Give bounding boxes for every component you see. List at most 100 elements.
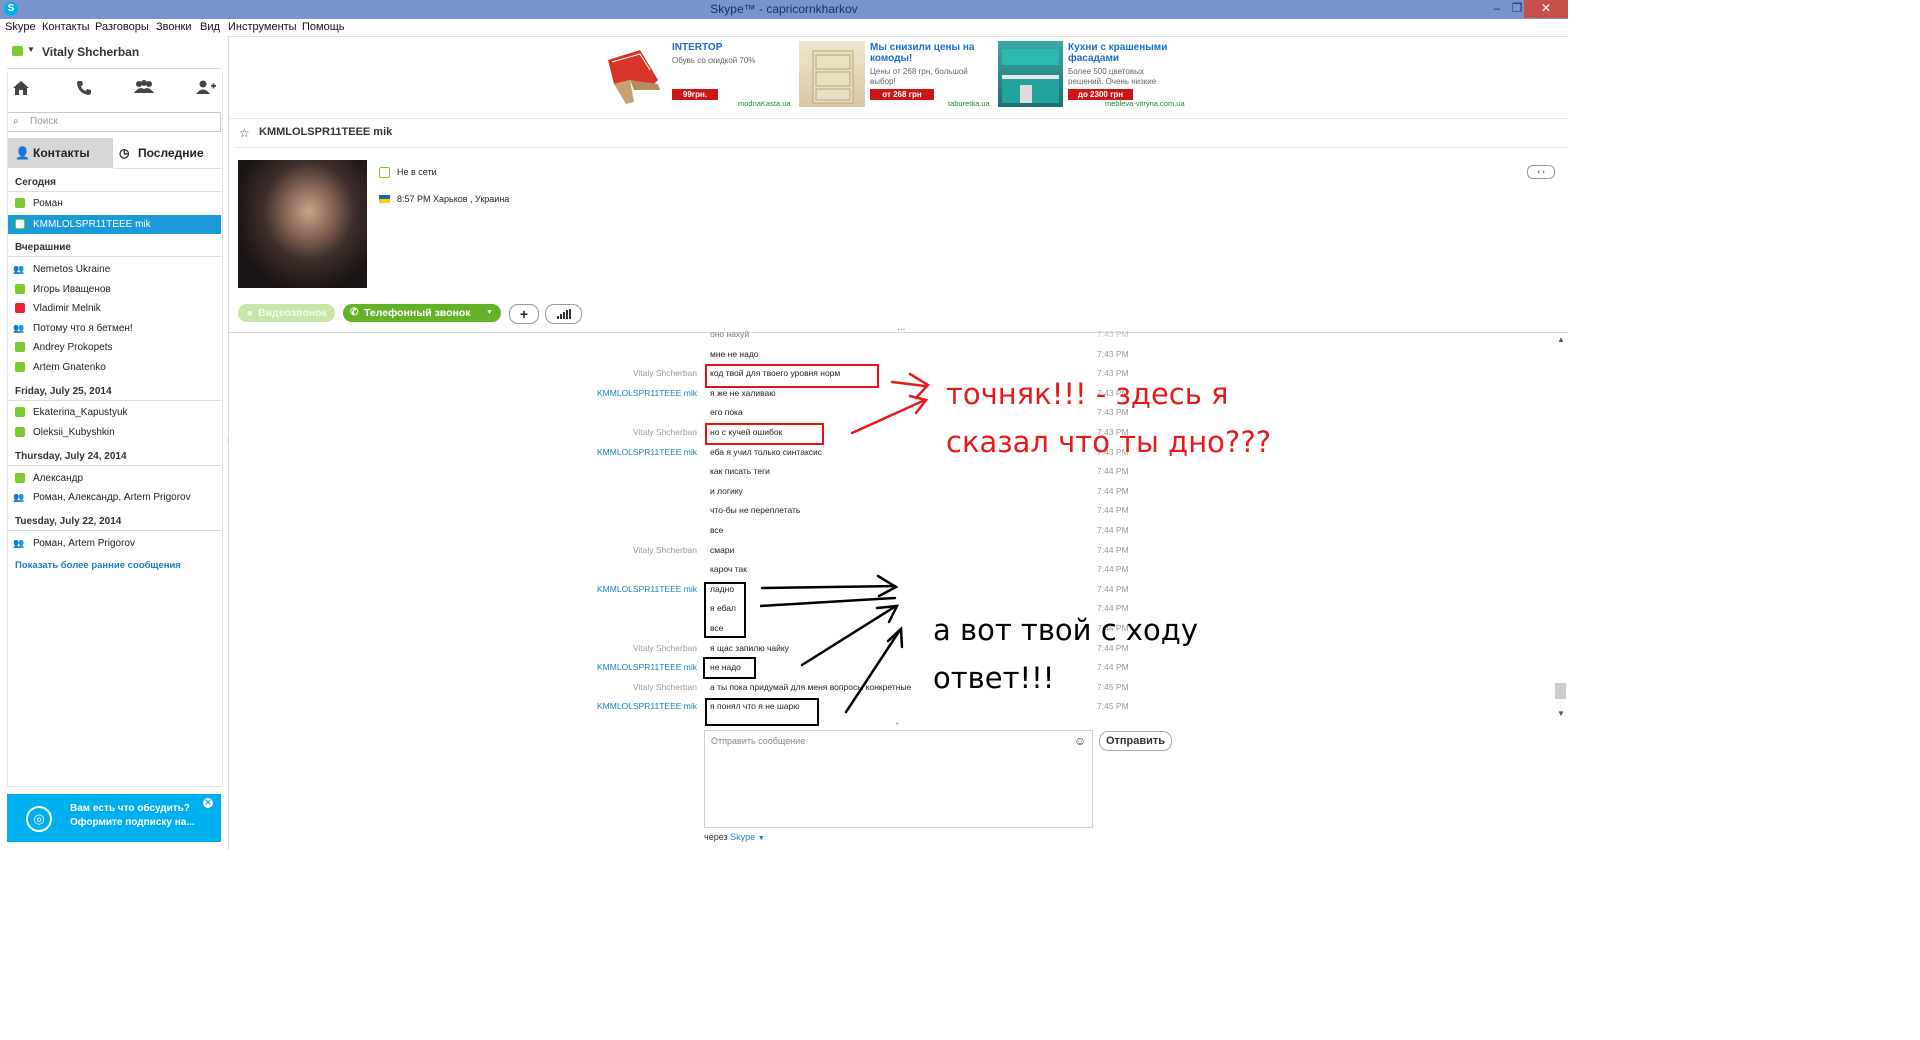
ad-title[interactable]: Кухни с крашеными фасадами: [1068, 42, 1183, 64]
menu-contacts[interactable]: Контакты: [42, 21, 90, 33]
message-sender[interactable]: KMMLOLSPR11TEEE mik: [477, 447, 697, 457]
scroll-thumb[interactable]: [1555, 683, 1566, 699]
video-call-button[interactable]: ■ Видеозвонок: [238, 304, 335, 322]
ad-title[interactable]: Мы снизили цены на комоды!: [870, 42, 982, 64]
add-participant-button[interactable]: +: [509, 304, 539, 324]
add-contact-icon[interactable]: [194, 80, 218, 104]
contact-item[interactable]: Ekaterina_Kapustyuk: [7, 403, 221, 422]
divider: [229, 332, 1568, 333]
contact-name: Vladimir Melnik: [33, 303, 101, 314]
chevron-down-icon[interactable]: ▼: [758, 835, 765, 842]
annotation-line: точняк!!! - здесь я: [946, 377, 1229, 411]
chat-scrollbar[interactable]: ▲ ▼: [1554, 333, 1568, 720]
offline-status-icon: [379, 167, 390, 178]
promo-line2: Оформите подписку на...: [70, 817, 195, 828]
clock-icon: ◷: [119, 146, 130, 160]
menu-tools[interactable]: Инструменты: [228, 21, 297, 33]
ad-host[interactable]: modnaKasta.ua: [738, 99, 791, 108]
call-quality-button[interactable]: [545, 304, 582, 324]
tab-recent-label: Последние: [138, 146, 204, 160]
ad-host[interactable]: taburetka.ua: [948, 99, 990, 108]
contact-item[interactable]: Oleksii_Kubyshkin: [7, 423, 221, 442]
resize-dot[interactable]: •: [896, 721, 898, 728]
ad-price[interactable]: 99грн.: [672, 89, 718, 100]
menu-view[interactable]: Вид: [200, 21, 220, 33]
message-sender[interactable]: KMMLOLSPR11TEEE mik: [477, 584, 697, 594]
menu-help[interactable]: Помощь: [302, 21, 345, 33]
message-text: мне не надо: [710, 349, 759, 359]
contact-item[interactable]: Andrey Prokopets: [7, 338, 221, 357]
show-earlier-link[interactable]: Показать более ранние сообщения: [15, 560, 181, 571]
section-date: Friday, July 25, 2014: [15, 386, 112, 397]
divider: [7, 256, 221, 257]
home-icon[interactable]: [9, 80, 33, 104]
contact-item[interactable]: 👥 Потому что я бетмен!: [7, 319, 221, 338]
ad-image-sandal[interactable]: [600, 40, 667, 106]
send-button[interactable]: Отправить: [1099, 731, 1172, 751]
divider: [7, 400, 221, 401]
contact-item[interactable]: Artem Gnatenko: [7, 358, 221, 377]
scroll-up-arrow-icon[interactable]: ▲: [1557, 335, 1565, 344]
contact-item[interactable]: 👥 Nemetos Ukraine: [7, 260, 221, 279]
group-contacts-icon[interactable]: [132, 80, 156, 104]
message-sender[interactable]: KMMLOLSPR11TEEE mik: [477, 662, 697, 672]
phone-icon[interactable]: [72, 80, 96, 104]
ad-image-dresser[interactable]: [799, 41, 865, 107]
message-timestamp: 7:43 PM: [1097, 349, 1129, 359]
message-sender: Vitaly Shcherban: [632, 643, 697, 653]
menu-calls[interactable]: Звонки: [156, 21, 192, 33]
ad-subtitle: Обувь со скидкой 70%: [672, 56, 756, 65]
message-sender[interactable]: KMMLOLSPR11TEEE mik: [477, 388, 697, 398]
black-arrow: [760, 596, 897, 608]
ad-price[interactable]: от 268 грн: [870, 89, 934, 100]
tab-recent[interactable]: ◷ Последние: [113, 138, 221, 169]
contact-item[interactable]: Игорь Иващенов: [7, 280, 221, 299]
black-arrow: [844, 628, 902, 714]
contact-item[interactable]: Роман: [7, 194, 221, 213]
tab-contacts[interactable]: 👤 Контакты: [7, 138, 113, 168]
favorite-star-icon[interactable]: ☆: [239, 126, 250, 140]
conversation-title: KMMLOLSPR11TEEE mik: [259, 126, 393, 138]
avatar[interactable]: [238, 160, 367, 288]
user-name[interactable]: Vitaly Shcherban: [42, 45, 139, 59]
menu-conversations[interactable]: Разговоры: [95, 21, 149, 33]
message-timestamp: 7:44 PM: [1097, 584, 1129, 594]
contact-item[interactable]: Vladimir Melnik: [7, 299, 221, 318]
emoticon-icon[interactable]: ☺: [1074, 734, 1086, 748]
group-icon: 👥: [13, 264, 25, 274]
phone-call-button[interactable]: ✆ Телефонный звонок ▼: [343, 304, 501, 322]
message-input[interactable]: Отправить сообщение ☺: [704, 730, 1093, 828]
close-button[interactable]: ✕: [1524, 0, 1568, 18]
presence-status-icon[interactable]: [12, 46, 23, 56]
search-input[interactable]: Поиск: [30, 116, 58, 127]
ad-title[interactable]: INTERTOP: [672, 42, 792, 53]
message-sender[interactable]: KMMLOLSPR11TEEE mik: [477, 701, 697, 711]
presence-dropdown-icon[interactable]: ▼: [27, 45, 35, 54]
contact-name: Игорь Иващенов: [33, 284, 111, 295]
divider: [7, 465, 221, 466]
ad-host[interactable]: mebleva-vitryna.com.ua: [1105, 99, 1185, 108]
section-date: Thursday, July 24, 2014: [15, 451, 127, 462]
online-status-icon: [15, 198, 25, 208]
message-timestamp: 7:44 PM: [1097, 505, 1129, 515]
menu-skype[interactable]: Skype: [5, 21, 36, 33]
contact-item[interactable]: 👥 Роман, Artem Prigorov: [7, 534, 221, 553]
contact-item-selected[interactable]: KMMLOLSPR11TEEE mik: [7, 215, 221, 234]
online-status-icon: [15, 473, 25, 483]
ad-image-kitchen[interactable]: [998, 41, 1063, 107]
contact-name: Роман, Александр, Artem Prigorov: [33, 492, 191, 503]
via-text: через: [704, 832, 728, 842]
close-promo-icon[interactable]: ✕: [203, 798, 213, 808]
message-text: оно нахуй: [710, 329, 750, 339]
group-icon: 👥: [13, 323, 25, 333]
profile-nav-arrows[interactable]: ‹ ›: [1527, 165, 1555, 179]
scroll-down-arrow-icon[interactable]: ▼: [1557, 709, 1565, 718]
splitter-handle[interactable]: ⋮: [224, 438, 232, 446]
message-text: смари: [710, 545, 735, 555]
contact-item[interactable]: 👥 Роман, Александр, Artem Prigorov: [7, 488, 221, 507]
search-field[interactable]: ⌕ Поиск: [7, 112, 221, 132]
via-service-dropdown[interactable]: Skype: [730, 832, 755, 842]
subscription-promo[interactable]: ◎ Вам есть что обсудить? Оформите подпис…: [7, 794, 221, 842]
contact-item[interactable]: Александр: [7, 469, 221, 488]
contact-name: Andrey Prokopets: [33, 342, 113, 353]
